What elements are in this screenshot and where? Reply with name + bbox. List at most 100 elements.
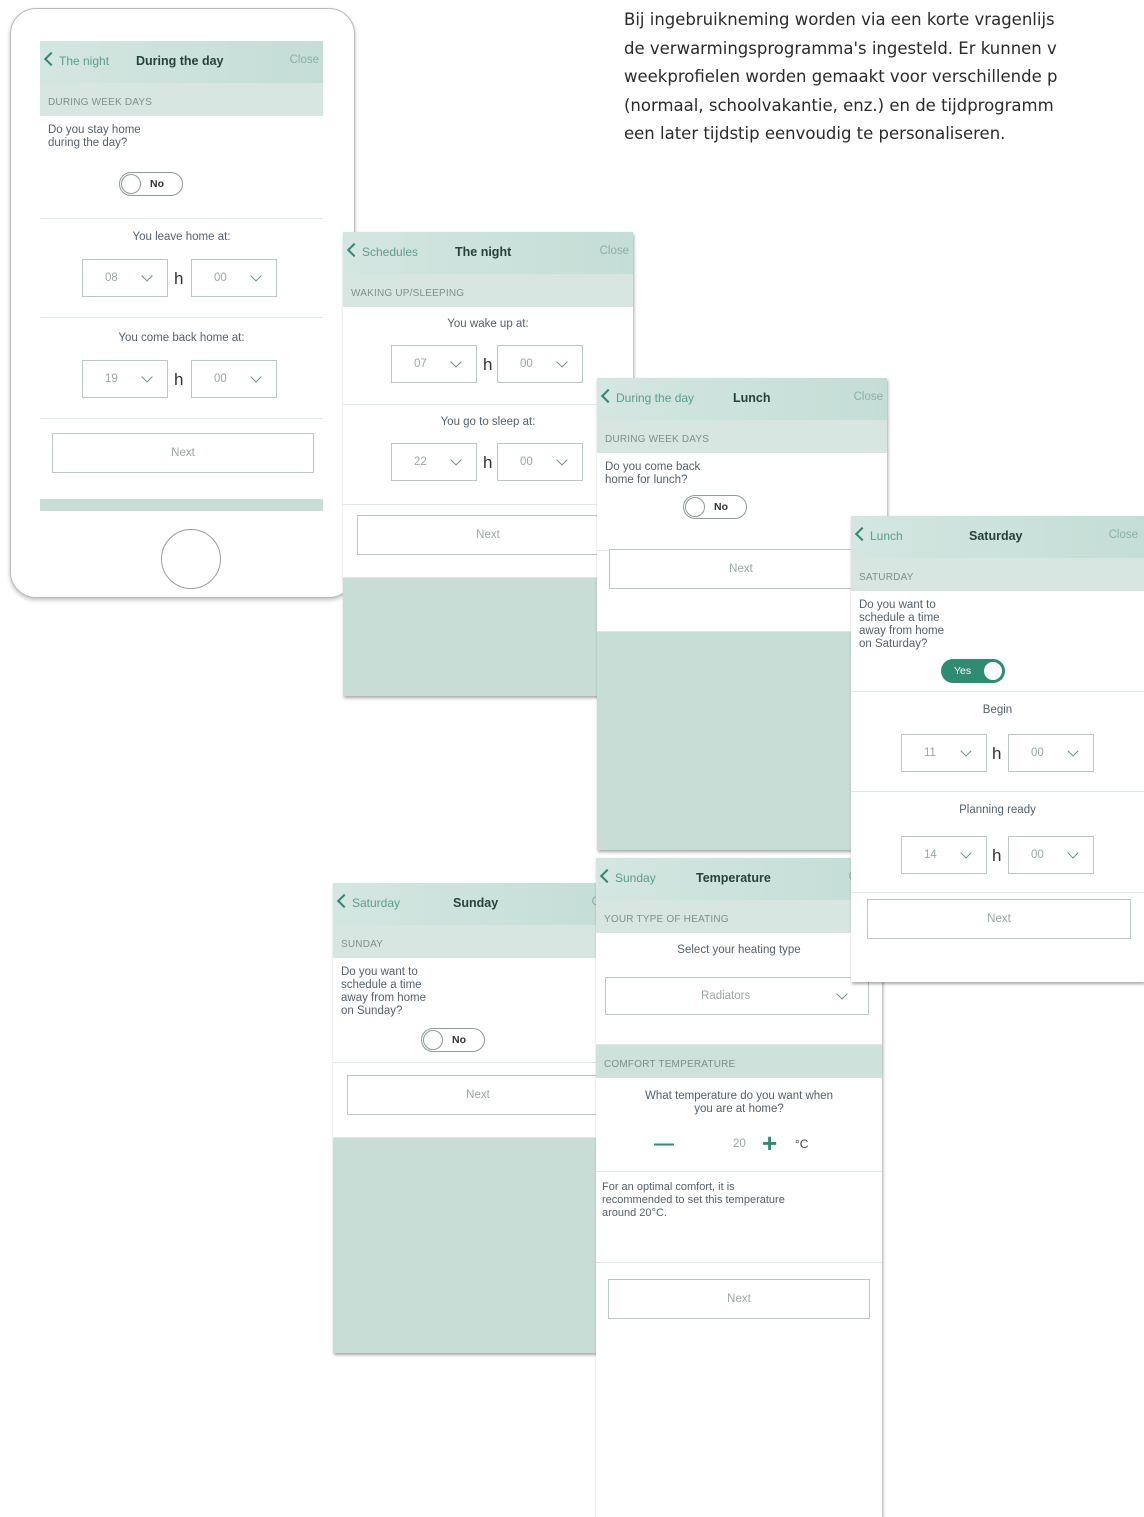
saturday-away-toggle[interactable]: Yes (941, 659, 1005, 683)
screen-header: Lunch Saturday Close (851, 516, 1144, 558)
section-header: SATURDAY (851, 558, 1144, 591)
select-value: 00 (214, 272, 227, 284)
wake-minute-select[interactable]: 00 (497, 345, 583, 383)
toggle-knob (423, 1030, 443, 1050)
begin-label: Begin (982, 704, 1013, 716)
comfort-note: For an optimal comfort, it is recommende… (596, 1172, 882, 1220)
back-label: Schedules (362, 245, 419, 259)
screen-lunch: During the day Lunch Close DURING WEEK D… (597, 378, 887, 850)
back-label: Sunday (615, 871, 656, 885)
screen-title: Saturday (969, 529, 1023, 543)
chevron-down-icon (1067, 847, 1079, 859)
back-button[interactable]: Schedules (346, 242, 419, 259)
leave-minute-select[interactable]: 00 (191, 259, 277, 297)
next-button[interactable]: Next (608, 1279, 870, 1319)
toggle-label: No (452, 1034, 466, 1046)
plus-button[interactable]: + (762, 1128, 777, 1159)
toggle-label: No (714, 501, 728, 513)
select-value: 19 (105, 373, 118, 385)
back-button[interactable]: Sunday (599, 868, 656, 885)
screen-title: Temperature (696, 871, 771, 885)
comfort-note-panel: For an optimal comfort, it is recommende… (596, 1172, 882, 1263)
back-label: During the day (616, 391, 695, 405)
temperature-unit: °C (795, 1137, 809, 1151)
screen-header: The night During the day Close (40, 41, 323, 83)
select-value: 00 (1031, 849, 1044, 861)
ready-hour-select[interactable]: 14 (901, 836, 987, 874)
intro-line: een later tijdstip eenvoudig te personal… (624, 124, 1006, 144)
screen-during-the-day: The night During the day Close DURING WE… (40, 41, 323, 511)
chevron-left-icon (43, 51, 59, 67)
home-button[interactable] (161, 529, 221, 589)
question-line: Do you want to (341, 966, 418, 978)
next-button[interactable]: Next (867, 899, 1131, 939)
select-value: 00 (1031, 747, 1044, 759)
next-panel: Next (597, 549, 887, 632)
select-value: 00 (520, 358, 533, 370)
toggle-knob (983, 661, 1003, 681)
select-value: 07 (414, 358, 427, 370)
select-value: 22 (414, 456, 427, 468)
intro-line: de verwarmingsprogramma's ingesteld. Er … (624, 38, 1057, 58)
sunday-away-panel: Do you want to schedule a time away from… (333, 958, 625, 1063)
sunday-away-toggle[interactable]: No (421, 1028, 485, 1052)
chevron-left-icon (336, 893, 352, 909)
leave-hour-select[interactable]: 08 (82, 259, 168, 297)
wake-up-panel: You wake up at: 07 h 00 (343, 307, 633, 405)
chevron-down-icon (450, 454, 462, 466)
section-header: WAKING UP/SLEEPING (343, 274, 633, 307)
question-line: you are at home? (694, 1103, 784, 1115)
chevron-down-icon (960, 847, 972, 859)
question-line: on Saturday? (859, 638, 928, 650)
minus-button[interactable]: — (654, 1133, 674, 1156)
heating-type-select[interactable]: Radiators (605, 977, 869, 1015)
back-button[interactable]: Saturday (336, 893, 400, 910)
come-back-label: You come back home at: (118, 332, 245, 344)
next-button[interactable]: Next (347, 1075, 609, 1115)
close-button[interactable]: Close (600, 245, 629, 257)
screen-title: The night (455, 245, 512, 259)
section-header: COMFORT TEMPERATURE (596, 1045, 882, 1078)
back-button[interactable]: The night (43, 51, 109, 68)
toggle-knob (685, 497, 705, 517)
select-value: 11 (924, 747, 936, 759)
hour-separator: h (483, 453, 493, 472)
begin-hour-select[interactable]: 11 (901, 734, 987, 772)
return-minute-select[interactable]: 00 (191, 360, 277, 398)
question-line: home for lunch? (605, 474, 688, 486)
return-hour-select[interactable]: 19 (82, 360, 168, 398)
next-button[interactable]: Next (52, 433, 314, 473)
begin-minute-select[interactable]: 00 (1008, 734, 1094, 772)
close-button[interactable]: Close (854, 391, 883, 403)
question-line: Do you come back (605, 461, 701, 473)
next-button[interactable]: Next (609, 549, 873, 589)
wake-hour-select[interactable]: 07 (391, 345, 477, 383)
phone-frame: The night During the day Close DURING WE… (10, 8, 355, 598)
chevron-down-icon (1067, 745, 1079, 757)
lunch-toggle[interactable]: No (683, 495, 747, 519)
question-line: Do you stay home (48, 124, 141, 136)
note-line: around 20°C. (602, 1207, 667, 1219)
back-button[interactable]: During the day (600, 388, 695, 405)
next-button[interactable]: Next (357, 515, 619, 555)
ready-minute-select[interactable]: 00 (1008, 836, 1094, 874)
intro-line: (normaal, schoolvakantie, enz.) en de ti… (624, 95, 1054, 115)
question-text: Do you stay home during the day? (40, 116, 323, 150)
screen-header: During the day Lunch Close (597, 378, 887, 420)
saturday-away-panel: Do you want to schedule a time away from… (851, 591, 1144, 692)
hour-separator: h (174, 370, 184, 389)
close-button[interactable]: Close (1109, 529, 1138, 541)
section-header: DURING WEEK DAYS (40, 83, 323, 116)
next-panel: Next (343, 505, 633, 578)
question-line: during the day? (48, 137, 128, 149)
question-line: on Sunday? (341, 1005, 403, 1017)
stay-home-toggle[interactable]: No (119, 172, 183, 196)
close-button[interactable]: Close (290, 54, 319, 66)
back-button[interactable]: Lunch (854, 526, 903, 543)
hour-separator: h (174, 269, 184, 288)
question-line: What temperature do you want when (645, 1090, 833, 1102)
sleep-hour-select[interactable]: 22 (391, 443, 477, 481)
question-text: Do you want to schedule a time away from… (851, 591, 1144, 651)
sleep-minute-select[interactable]: 00 (497, 443, 583, 481)
screen-sunday: Saturday Sunday Close SUNDAY Do you want… (333, 883, 625, 1353)
